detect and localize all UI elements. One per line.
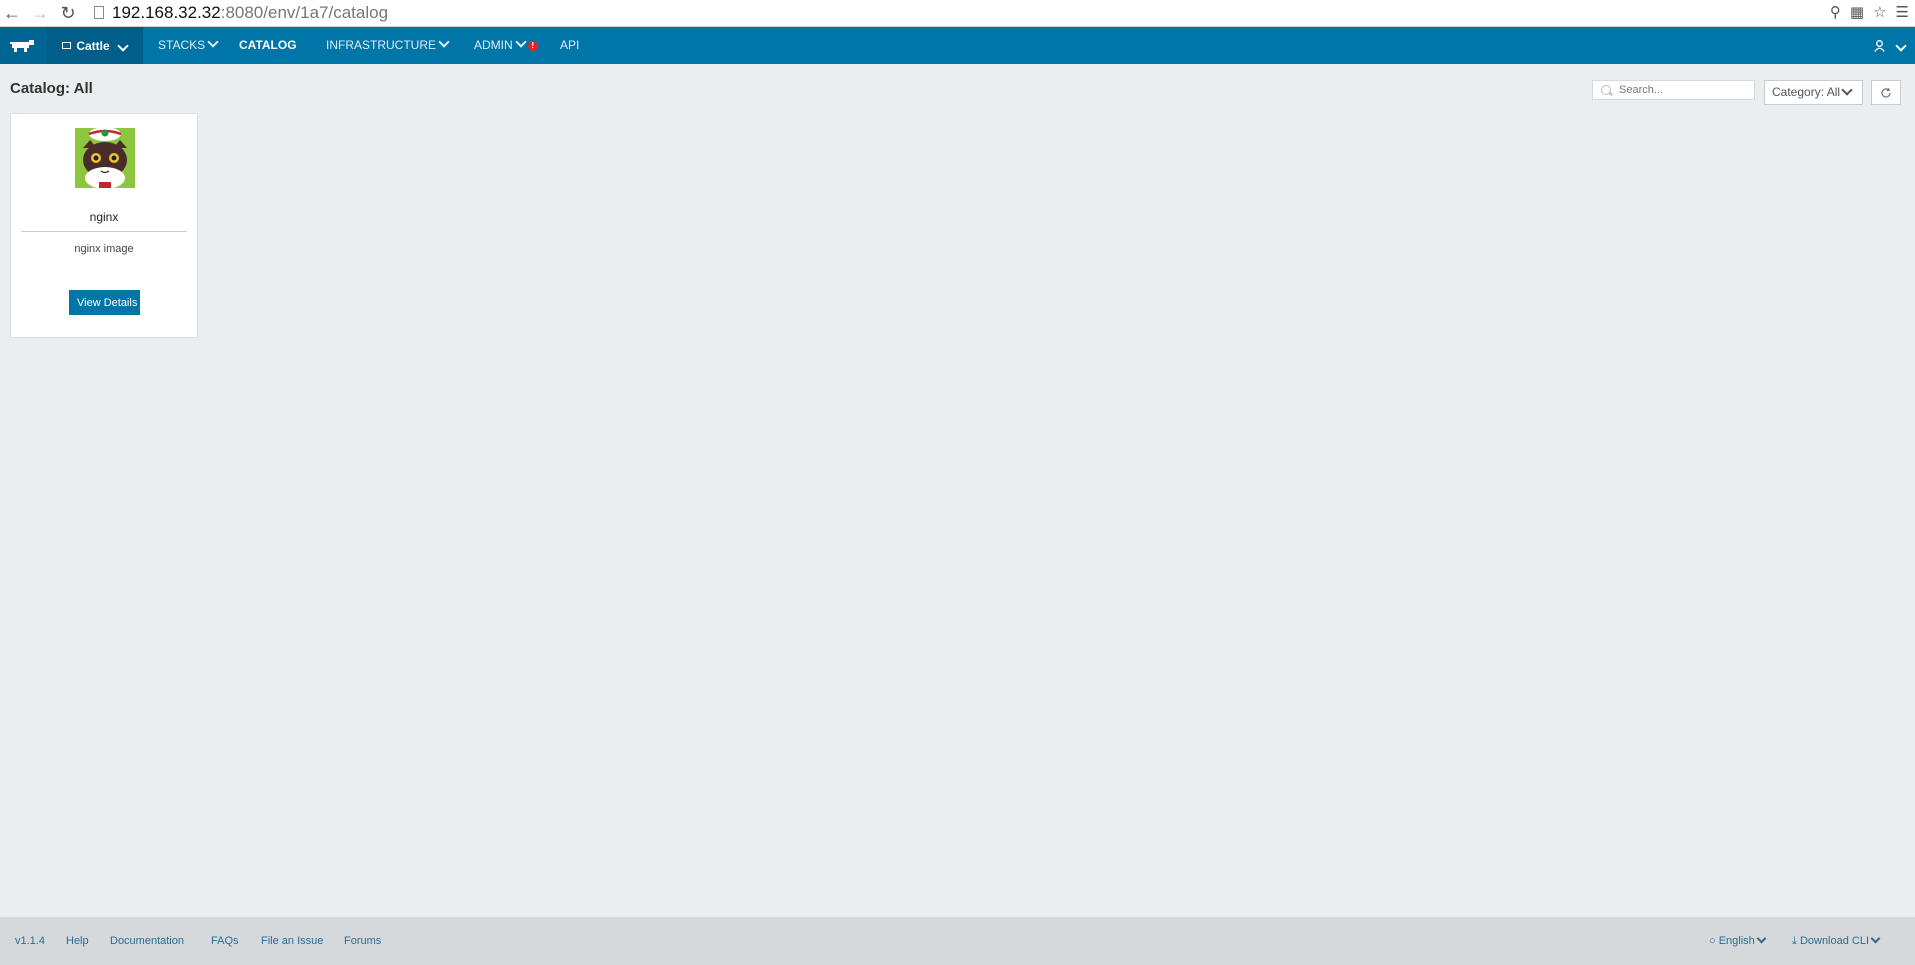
- chevron-down-icon: [207, 36, 219, 48]
- refresh-icon: [1881, 87, 1891, 98]
- environment-icon: [62, 42, 72, 49]
- forums-link[interactable]: Forums: [344, 935, 381, 947]
- chevron-down-icon: [1895, 39, 1907, 52]
- nav-api-label: API: [560, 38, 580, 52]
- file-issue-link[interactable]: File an Issue: [261, 935, 323, 947]
- back-arrow-icon[interactable]: ←: [2, 3, 22, 23]
- documentation-link[interactable]: Documentation: [110, 935, 184, 947]
- download-cli-link[interactable]: ⤓ Download CLI: [1792, 933, 1881, 948]
- faqs-link[interactable]: FAQs: [211, 935, 239, 947]
- search-input[interactable]: [1592, 80, 1755, 100]
- catalog-item-logo: [75, 128, 135, 188]
- nav-admin-label: ADMIN: [474, 38, 513, 52]
- nav-stacks[interactable]: STACKS: [158, 27, 219, 64]
- browser-actions: ⚲ ▦ ☆ ☰: [1830, 3, 1909, 23]
- browser-menu-icon[interactable]: ☰: [1896, 3, 1909, 23]
- url-host: 192.168.32.32: [112, 3, 221, 22]
- catalog-item-card: nginx nginx image View Details: [10, 113, 198, 338]
- browser-toolbar: ← → ↻ 192.168.32.32:8080/env/1a7/catalog…: [0, 0, 1915, 27]
- user-icon: [1874, 39, 1885, 52]
- nav-stacks-label: STACKS: [158, 38, 206, 52]
- user-menu[interactable]: [1874, 27, 1907, 64]
- nav-catalog-label: CATALOG: [239, 38, 297, 52]
- chevron-down-icon: [1841, 84, 1853, 96]
- view-details-button[interactable]: View Details: [69, 290, 140, 315]
- reload-icon[interactable]: ↻: [58, 3, 78, 23]
- zoom-icon[interactable]: ⚲: [1830, 3, 1841, 23]
- nav-infrastructure[interactable]: INFRASTRUCTURE: [326, 27, 450, 64]
- translate-icon[interactable]: ▦: [1850, 3, 1864, 23]
- download-icon: ⤓: [1792, 935, 1797, 947]
- refresh-button[interactable]: [1871, 80, 1901, 105]
- help-link[interactable]: Help: [66, 935, 89, 947]
- footer: v1.1.4 Help Documentation FAQs File an I…: [0, 917, 1915, 965]
- url-path: :8080/env/1a7/catalog: [220, 3, 389, 22]
- page-icon: [94, 6, 104, 19]
- rancher-logo-icon[interactable]: [0, 27, 46, 64]
- chevron-down-icon: [1756, 933, 1767, 944]
- download-cli-label: Download CLI: [1799, 935, 1870, 947]
- search-icon: [1601, 85, 1611, 95]
- category-dropdown-label: Category: All: [1772, 85, 1841, 99]
- chevron-down-icon: [438, 36, 450, 48]
- chevron-down-icon: [515, 36, 527, 48]
- nav-admin[interactable]: ADMIN!: [474, 27, 538, 64]
- nav-api[interactable]: API: [560, 27, 579, 64]
- card-divider: [21, 231, 187, 232]
- chevron-down-icon: [1870, 933, 1881, 944]
- page-title: Catalog: All: [10, 80, 93, 97]
- environment-switcher[interactable]: Cattle: [46, 27, 143, 64]
- language-label: English: [1718, 935, 1755, 947]
- language-selector[interactable]: ○ English: [1709, 933, 1767, 947]
- nav-catalog[interactable]: CATALOG: [239, 27, 297, 64]
- version-link[interactable]: v1.1.4: [15, 935, 45, 947]
- nav-infrastructure-label: INFRASTRUCTURE: [326, 38, 436, 52]
- catalog-item-description: nginx image: [74, 243, 134, 255]
- chevron-down-icon: [117, 39, 129, 52]
- bookmark-star-icon[interactable]: ☆: [1873, 3, 1886, 23]
- globe-icon: ○: [1709, 935, 1716, 947]
- alert-badge: !: [527, 41, 538, 51]
- app-header: Cattle STACKS CATALOG INFRASTRUCTURE ADM…: [0, 27, 1915, 64]
- catalog-item-name: nginx: [89, 210, 119, 224]
- forward-arrow-icon[interactable]: →: [30, 3, 50, 23]
- category-dropdown[interactable]: Category: All: [1764, 80, 1863, 105]
- address-bar[interactable]: 192.168.32.32:8080/env/1a7/catalog: [94, 2, 1805, 24]
- environment-name: Cattle: [76, 38, 110, 53]
